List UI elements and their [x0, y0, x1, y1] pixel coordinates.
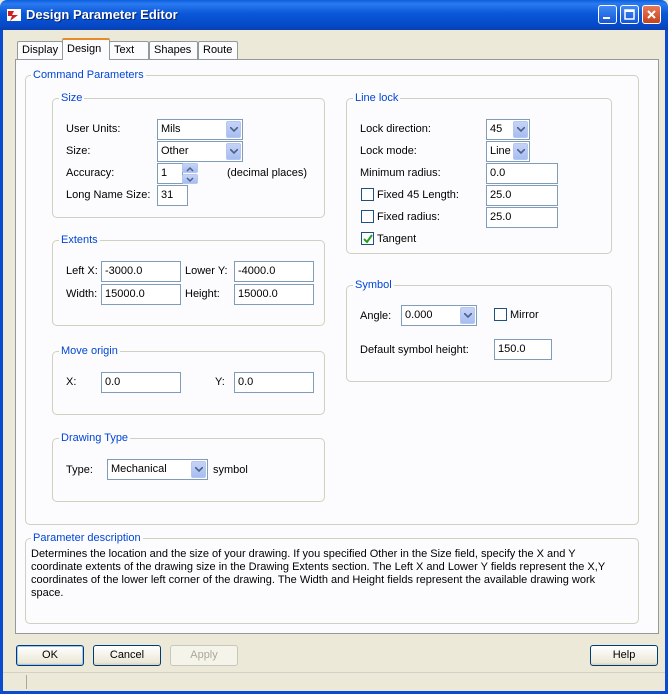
height-label: Height: [185, 288, 220, 300]
lock-mode-label: Lock mode: [360, 145, 417, 157]
fixed-radius-input[interactable]: 25.0 [486, 207, 558, 228]
chevron-down-icon[interactable] [191, 461, 206, 478]
checkmark-icon [363, 234, 373, 244]
lock-direction-label: Lock direction: [360, 123, 431, 135]
angle-label: Angle: [360, 310, 392, 322]
fixed-45-length-label: Fixed 45 Length: [377, 189, 459, 201]
mirror-label: Mirror [510, 309, 539, 321]
maximize-icon [624, 9, 635, 20]
drawing-type-group-label: Drawing Type [59, 432, 131, 444]
tangent-label: Tangent [377, 233, 417, 245]
user-units-label: User Units: [66, 123, 121, 135]
origin-x-label: X: [66, 376, 77, 388]
extents-group [52, 240, 325, 326]
apply-button: Apply [170, 645, 238, 666]
fixed-radius-checkbox[interactable] [361, 210, 374, 223]
left-x-input[interactable]: -3000.0 [101, 261, 181, 282]
parameter-description-text: Determines the location and the size of … [31, 548, 605, 599]
minimize-icon [603, 17, 610, 19]
close-icon [647, 10, 656, 19]
tab-route[interactable]: Route [198, 41, 238, 59]
size-label: Size: [66, 145, 91, 157]
lock-direction-select[interactable]: 45 [486, 119, 530, 140]
angle-value: 0.000 [405, 309, 433, 321]
chevron-down-icon[interactable] [226, 143, 241, 160]
long-name-size-input[interactable]: 31 [157, 185, 188, 206]
close-button[interactable] [642, 5, 661, 24]
default-symbol-height-input[interactable]: 150.0 [494, 339, 552, 360]
origin-y-input[interactable]: 0.0 [234, 372, 314, 393]
tab-display[interactable]: Display [17, 41, 63, 59]
tab-shapes[interactable]: Shapes [149, 41, 198, 59]
drawing-type-suffix: symbol [213, 464, 248, 476]
chevron-down-icon[interactable] [460, 307, 475, 324]
minimum-radius-input[interactable]: 0.0 [486, 163, 558, 184]
fixed-45-length-checkbox[interactable] [361, 188, 374, 201]
left-x-label: Left X: [66, 265, 98, 277]
mirror-checkbox[interactable] [494, 308, 507, 321]
tab-design[interactable]: Design [62, 38, 110, 60]
window-title: Design Parameter Editor [26, 7, 178, 22]
line-lock-group-label: Line lock [353, 92, 401, 104]
cancel-button[interactable]: Cancel [93, 645, 161, 666]
long-name-size-label: Long Name Size: [66, 189, 151, 201]
tangent-checkbox[interactable] [361, 232, 374, 245]
minimize-button[interactable] [598, 5, 617, 24]
chevron-down-icon[interactable] [226, 121, 241, 138]
default-symbol-height-label: Default symbol height: [360, 344, 469, 356]
accuracy-spinner[interactable] [182, 163, 198, 184]
status-bar-separator [26, 675, 27, 689]
parameter-description-label: Parameter description [31, 532, 143, 544]
tab-text[interactable]: Text [109, 41, 149, 59]
lower-y-input[interactable]: -4000.0 [234, 261, 314, 282]
angle-select[interactable]: 0.000 [401, 305, 477, 326]
origin-x-input[interactable]: 0.0 [101, 372, 181, 393]
spin-up-icon[interactable] [182, 163, 198, 173]
width-input[interactable]: 15000.0 [101, 284, 181, 305]
minimum-radius-label: Minimum radius: [360, 167, 441, 179]
spin-down-icon[interactable] [182, 174, 198, 184]
lock-mode-value: Line [490, 145, 511, 157]
lock-mode-select[interactable]: Line [486, 141, 530, 162]
extents-group-label: Extents [59, 234, 100, 246]
drawing-type-select[interactable]: Mechanical [107, 459, 208, 480]
command-parameters-label: Command Parameters [31, 69, 146, 81]
accuracy-label: Accuracy: [66, 167, 115, 179]
status-bar [3, 672, 665, 692]
app-icon [6, 7, 22, 23]
height-input[interactable]: 15000.0 [234, 284, 314, 305]
ok-button[interactable]: OK [16, 645, 84, 666]
symbol-group-label: Symbol [353, 279, 394, 291]
chevron-down-icon[interactable] [513, 143, 528, 160]
fixed-45-length-input[interactable]: 25.0 [486, 185, 558, 206]
move-origin-group-label: Move origin [59, 345, 120, 357]
accuracy-suffix: (decimal places) [227, 167, 308, 179]
origin-y-label: Y: [215, 376, 225, 388]
lower-y-label: Lower Y: [185, 265, 228, 277]
lock-direction-value: 45 [490, 123, 503, 135]
user-units-value: Mils [161, 123, 181, 135]
chevron-down-icon[interactable] [513, 121, 528, 138]
size-group-label: Size [59, 92, 85, 104]
fixed-radius-label: Fixed radius: [377, 211, 440, 223]
accuracy-input[interactable]: 1 [157, 163, 183, 184]
size-value: Other [161, 145, 189, 157]
width-label: Width: [66, 288, 98, 300]
drawing-type-value: Mechanical [111, 463, 167, 475]
size-select[interactable]: Other [157, 141, 243, 162]
help-button[interactable]: Help [590, 645, 658, 666]
symbol-group [346, 285, 612, 382]
drawing-type-label: Type: [66, 464, 93, 476]
user-units-select[interactable]: Mils [157, 119, 243, 140]
maximize-button[interactable] [620, 5, 639, 24]
